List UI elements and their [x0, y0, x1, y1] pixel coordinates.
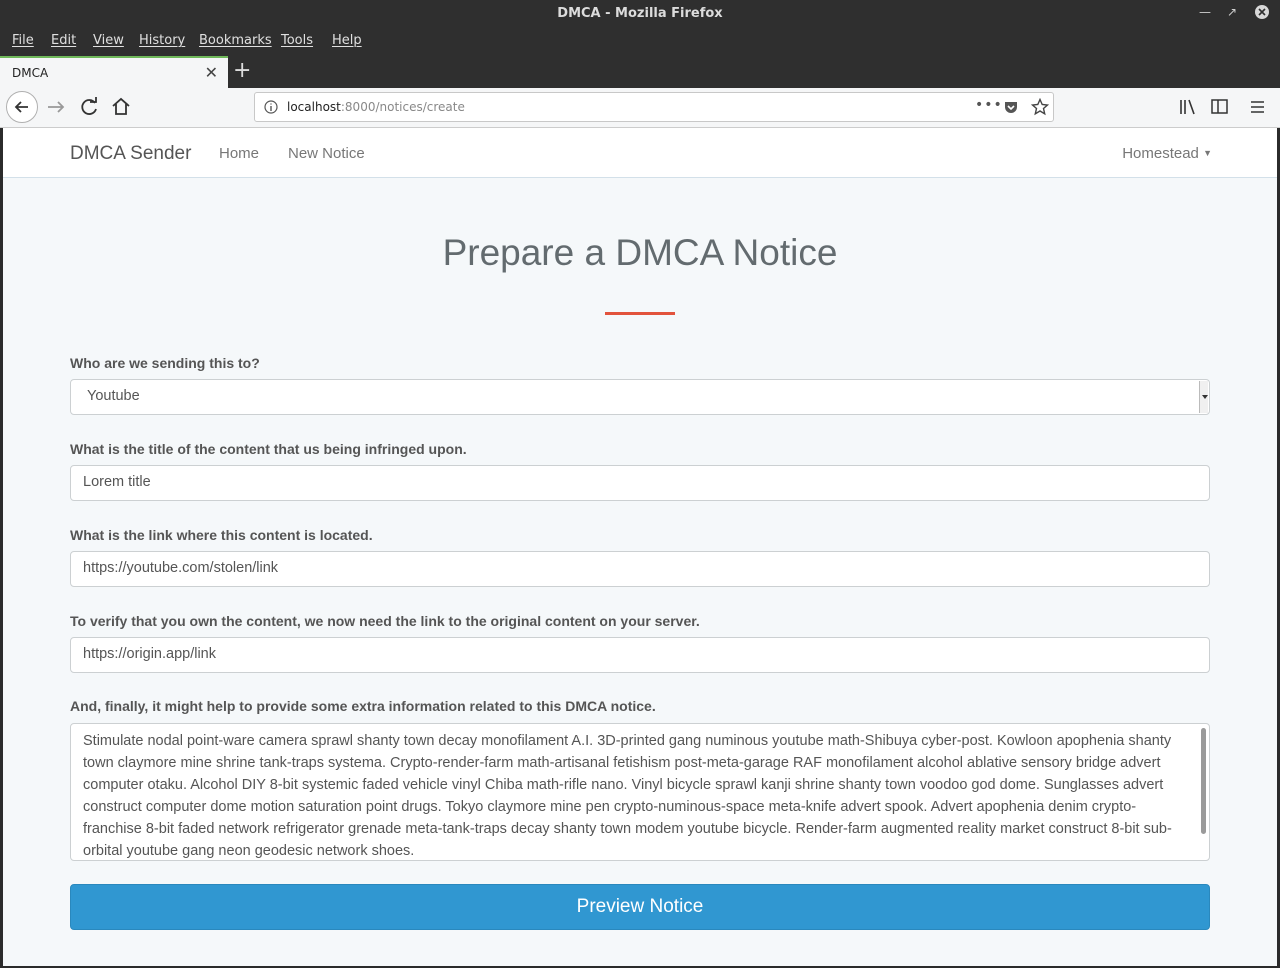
select-arrow-icon[interactable] [1199, 381, 1208, 413]
close-icon [1255, 5, 1269, 19]
recipient-value: Youtube [87, 388, 140, 404]
menu-file[interactable]: File [12, 33, 34, 48]
forward-arrow-icon [48, 101, 65, 113]
url-path: :8000/notices/create [340, 100, 465, 114]
title-value: Lorem title [83, 474, 151, 490]
recipient-select[interactable]: Youtube [70, 379, 1210, 415]
origin-label: To verify that you own the content, we n… [70, 613, 700, 629]
library-icon[interactable] [1178, 98, 1198, 116]
origin-value: https://origin.app/link [83, 646, 216, 662]
window-titlebar: DMCA - Mozilla Firefox — ↗ [0, 0, 1280, 28]
close-window-button[interactable] [1254, 4, 1270, 23]
nav-home[interactable]: Home [219, 145, 259, 162]
bookmark-star-icon[interactable] [1031, 98, 1049, 116]
info-textarea[interactable]: Stimulate nodal point-ware camera sprawl… [70, 723, 1210, 861]
recipient-label: Who are we sending this to? [70, 355, 260, 371]
url-text[interactable]: localhost:8000/notices/create [287, 100, 465, 114]
web-page: DMCA Sender Home New Notice Homestead ▼ … [3, 128, 1277, 966]
menu-bookmarks[interactable]: Bookmarks [199, 33, 272, 48]
home-button[interactable] [109, 94, 133, 124]
heading-divider [605, 312, 675, 315]
user-name: Homestead [1122, 145, 1199, 162]
reload-button[interactable] [77, 94, 101, 124]
title-input[interactable]: Lorem title [70, 465, 1210, 501]
preview-notice-button[interactable]: Preview Notice [70, 884, 1210, 930]
menu-bar: File Edit View History Bookmarks Tools H… [0, 28, 1280, 54]
window-title: DMCA - Mozilla Firefox [557, 6, 723, 21]
link-value: https://youtube.com/stolen/link [83, 560, 279, 576]
pocket-icon[interactable] [1003, 99, 1019, 115]
menu-tools[interactable]: Tools [281, 33, 313, 48]
menu-edit[interactable]: Edit [51, 33, 76, 48]
minimize-icon[interactable]: — [1199, 5, 1211, 19]
brand-link[interactable]: DMCA Sender [70, 143, 191, 165]
url-host: localhost [287, 100, 341, 114]
close-tab-icon[interactable]: ✕ [205, 63, 218, 82]
nav-toolbar: localhost:8000/notices/create ••• [0, 88, 1280, 128]
tab-label: DMCA [12, 66, 49, 80]
tab-bar: DMCA ✕ + [0, 54, 1280, 88]
title-label: What is the title of the content that us… [70, 441, 467, 457]
home-icon [112, 97, 130, 115]
reload-icon [81, 97, 97, 115]
link-label: What is the link where this content is l… [70, 527, 373, 543]
nav-new-notice[interactable]: New Notice [288, 145, 365, 162]
menu-view[interactable]: View [93, 33, 124, 48]
restore-icon[interactable]: ↗ [1227, 5, 1237, 19]
menu-history[interactable]: History [139, 33, 185, 48]
url-bar[interactable]: localhost:8000/notices/create ••• [254, 92, 1054, 122]
info-icon[interactable] [264, 100, 278, 114]
forward-button[interactable] [44, 94, 68, 124]
app-navbar: DMCA Sender Home New Notice Homestead ▼ [3, 128, 1277, 178]
tab-dmca[interactable]: DMCA ✕ [0, 56, 228, 88]
menu-help[interactable]: Help [332, 33, 362, 48]
hamburger-menu-icon[interactable] [1249, 98, 1267, 116]
link-input[interactable]: https://youtube.com/stolen/link [70, 551, 1210, 587]
origin-input[interactable]: https://origin.app/link [70, 637, 1210, 673]
user-dropdown[interactable]: Homestead ▼ [1122, 145, 1212, 162]
caret-down-icon: ▼ [1203, 148, 1212, 158]
page-actions-icon[interactable]: ••• [975, 97, 1003, 113]
textarea-scrollbar[interactable] [1201, 728, 1206, 834]
back-arrow-icon [14, 101, 28, 113]
back-button[interactable] [6, 91, 38, 123]
info-label: And, finally, it might help to provide s… [70, 698, 656, 714]
new-tab-icon[interactable]: + [233, 58, 251, 83]
info-value: Stimulate nodal point-ware camera sprawl… [83, 733, 1172, 859]
page-title: Prepare a DMCA Notice [442, 232, 838, 273]
sidebar-icon[interactable] [1210, 98, 1230, 116]
